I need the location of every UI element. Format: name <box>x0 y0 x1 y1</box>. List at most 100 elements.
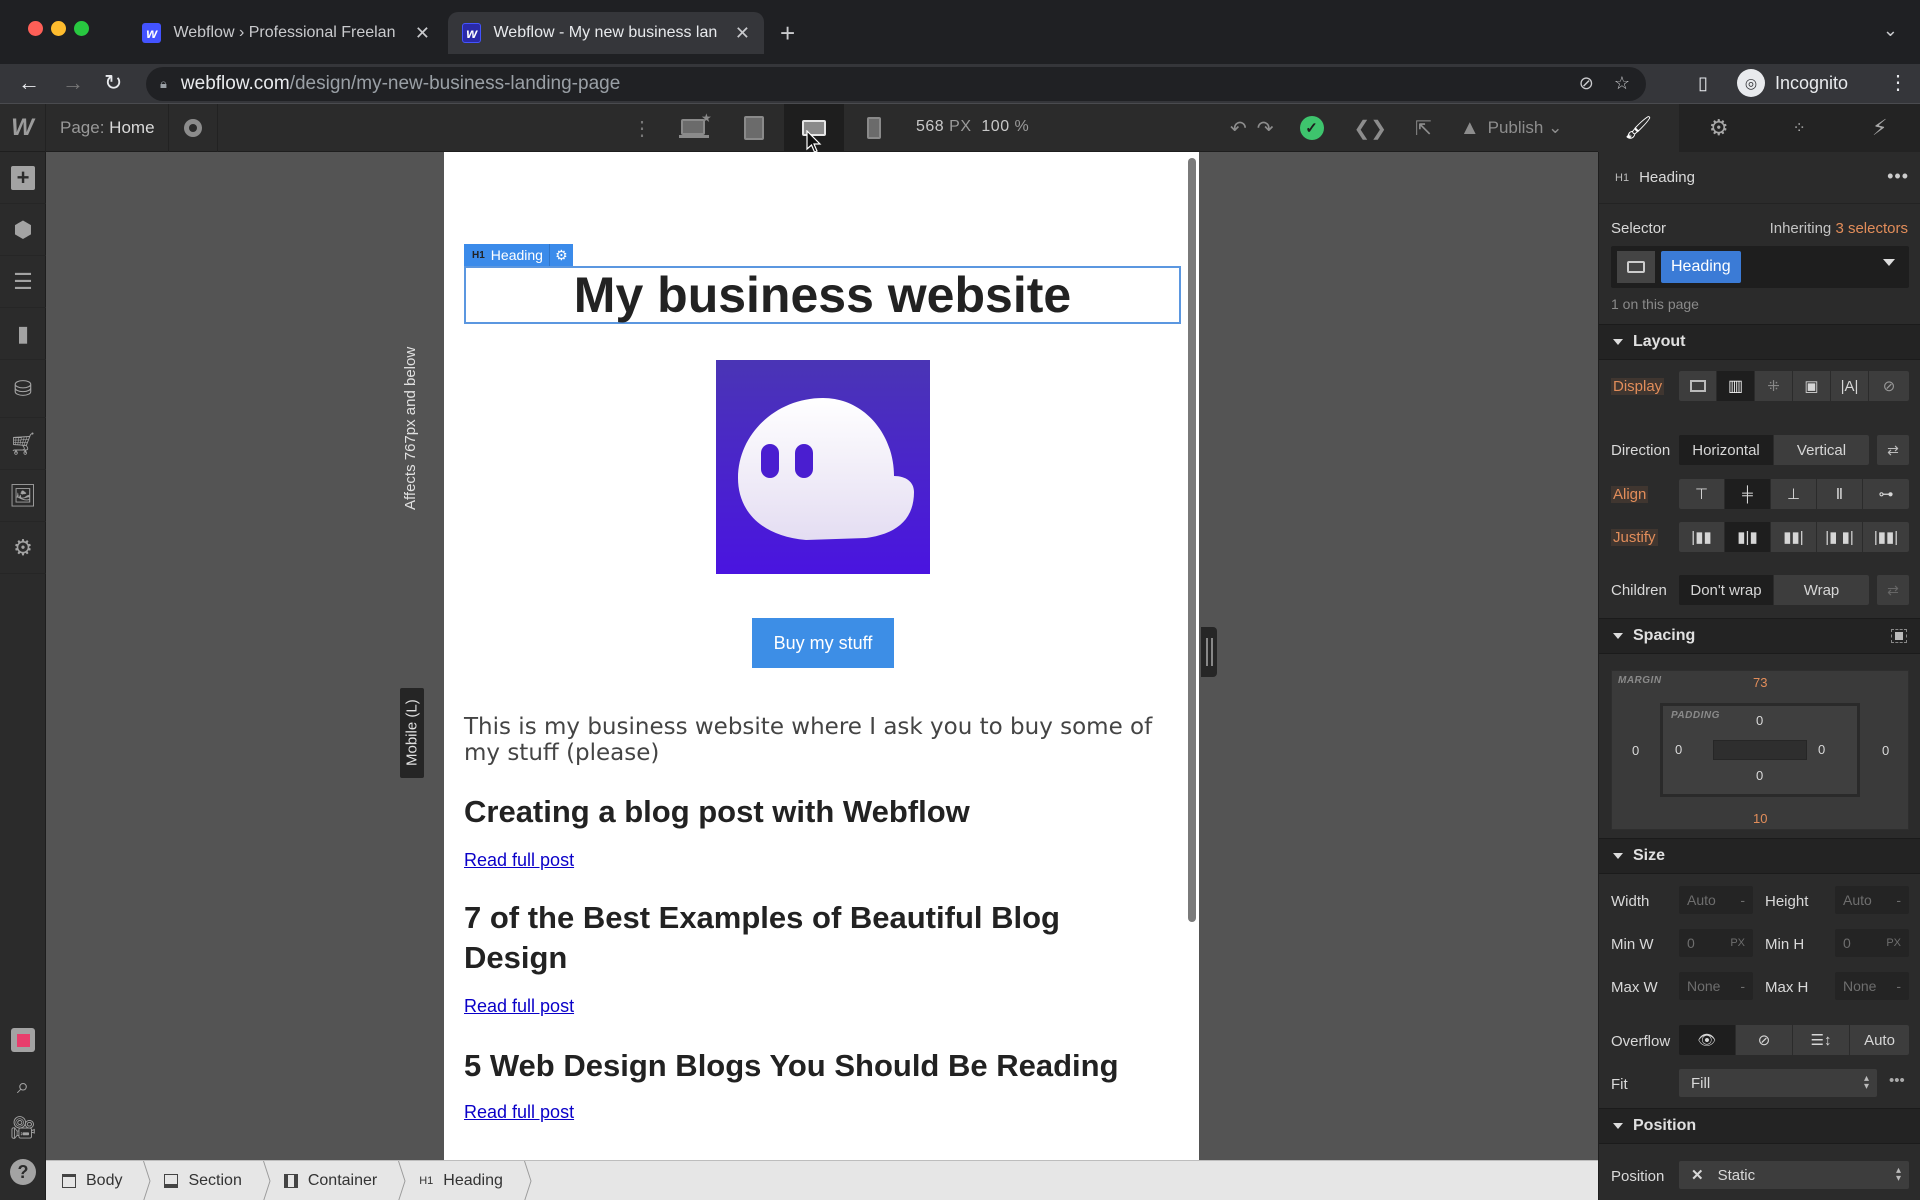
reverse-direction-icon[interactable]: ⇄ <box>1877 435 1909 465</box>
min-width-input[interactable]: 0 PX <box>1679 929 1753 957</box>
padding-left-value[interactable]: 0 <box>1675 742 1682 757</box>
breadcrumb-container[interactable]: Container <box>268 1161 403 1200</box>
align-stretch-icon[interactable]: Ⅱ <box>1817 479 1863 509</box>
dont-wrap-button[interactable]: Don't wrap <box>1679 575 1774 605</box>
settings-panel-tab[interactable]: ⚙ <box>1678 104 1759 152</box>
selector-state-icon[interactable] <box>1617 251 1655 283</box>
height-input[interactable]: Auto - <box>1835 886 1909 914</box>
position-select[interactable]: ✕ Static ▴ ▾ <box>1679 1161 1909 1189</box>
preview-button[interactable] <box>168 104 218 152</box>
forward-arrow-icon[interactable]: → <box>62 70 84 96</box>
style-manager-panel-tab[interactable]: ⁘ <box>1759 104 1840 152</box>
justify-center-icon[interactable]: ▮|▮ <box>1725 522 1771 552</box>
undo-icon[interactable]: ↶ <box>1220 116 1257 141</box>
more-breakpoints-kebab-icon[interactable]: ⋮ <box>632 116 652 141</box>
margin-bottom-value[interactable]: 10 <box>1753 811 1767 826</box>
selected-element-label[interactable]: H1 Heading ⚙ <box>464 244 573 266</box>
justify-start-icon[interactable]: |▮▮ <box>1679 522 1725 552</box>
help-button[interactable]: ? <box>0 1146 46 1198</box>
breakpoint-desktop-base-button[interactable]: ★ <box>664 104 724 152</box>
interactions-panel-tab[interactable]: ⚡︎ <box>1839 104 1920 152</box>
page-heading[interactable]: My business website <box>574 266 1071 324</box>
browser-tab[interactable]: w Webflow › Professional Freelan ✕ <box>128 12 444 54</box>
breakpoint-mobile-portrait-button[interactable] <box>844 104 904 152</box>
display-none-button[interactable]: ⊘ <box>1869 371 1909 401</box>
new-tab-button[interactable]: + <box>780 18 795 49</box>
justify-end-icon[interactable]: ▮▮| <box>1771 522 1817 552</box>
display-inline-block-button[interactable]: ▣ <box>1793 371 1831 401</box>
justify-space-between-icon[interactable]: |▮ ▮| <box>1817 522 1863 552</box>
tab-close-icon[interactable]: ✕ <box>735 23 750 44</box>
max-height-input[interactable]: None - <box>1835 972 1909 1000</box>
breadcrumb-heading[interactable]: H1 Heading <box>403 1161 529 1200</box>
margin-left-value[interactable]: 0 <box>1632 743 1639 758</box>
post-title[interactable]: 5 Web Design Blogs You Should Be Reading <box>464 1046 1184 1086</box>
window-close-button[interactable] <box>28 21 43 36</box>
display-grid-button[interactable]: ⁜ <box>1755 371 1793 401</box>
element-settings-gear-icon[interactable]: ⚙ <box>548 244 573 266</box>
buy-my-stuff-button[interactable]: Buy my stuff <box>752 618 894 668</box>
code-export-icon[interactable]: ❮❯ <box>1340 116 1402 141</box>
side-panel-icon[interactable]: ▯ <box>1698 73 1708 94</box>
position-section-header[interactable]: Position <box>1599 1108 1920 1144</box>
webflow-logo-icon[interactable]: W <box>0 104 46 152</box>
wrap-button[interactable]: Wrap <box>1774 575 1869 605</box>
spacing-mode-icon[interactable] <box>1891 629 1907 643</box>
justify-space-around-icon[interactable]: |▮▮| <box>1863 522 1909 552</box>
inheriting-info[interactable]: Inheriting 3 selectors <box>1770 220 1908 237</box>
overflow-auto-button[interactable]: Auto <box>1850 1025 1909 1055</box>
post-title[interactable]: Creating a blog post with Webflow <box>464 792 1184 832</box>
overflow-scroll-icon[interactable]: ☰↕ <box>1793 1025 1850 1055</box>
direction-vertical-button[interactable]: Vertical <box>1774 435 1869 465</box>
breakpoint-tablet-button[interactable] <box>724 104 784 152</box>
redo-icon[interactable]: ↷ <box>1257 116 1284 141</box>
style-panel-tab[interactable]: 🖌︎ <box>1598 104 1679 152</box>
size-section-header[interactable]: Size <box>1599 838 1920 874</box>
add-elements-button[interactable]: + <box>0 152 46 204</box>
pages-button[interactable]: ▮ <box>0 308 46 360</box>
layout-section-header[interactable]: Layout <box>1599 324 1920 360</box>
browser-tab-active[interactable]: w Webflow - My new business lan ✕ <box>448 12 764 54</box>
read-full-post-link[interactable]: Read full post <box>464 996 574 1017</box>
display-inline-button[interactable]: |A| <box>1831 371 1869 401</box>
display-flex-button[interactable]: ▥ <box>1717 371 1755 401</box>
breadcrumb-body[interactable]: Body <box>46 1161 148 1200</box>
spacing-section-header[interactable]: Spacing <box>1599 618 1920 654</box>
intro-paragraph[interactable]: This is my business website where I ask … <box>464 714 1184 766</box>
margin-top-value[interactable]: 73 <box>1753 675 1767 690</box>
canvas-resize-handle[interactable] <box>1201 627 1217 677</box>
post-title[interactable]: 7 of the Best Examples of Beautiful Blog… <box>464 898 1114 978</box>
direction-horizontal-button[interactable]: Horizontal <box>1679 435 1774 465</box>
max-width-input[interactable]: None - <box>1679 972 1753 1000</box>
share-icon[interactable]: ⇱ <box>1401 116 1446 141</box>
selector-dropdown-caret-icon[interactable] <box>1883 259 1895 266</box>
back-arrow-icon[interactable]: ← <box>18 70 40 96</box>
fit-select[interactable]: Fill ▴ ▾ <box>1679 1069 1877 1097</box>
selector-field[interactable]: Heading <box>1611 246 1909 288</box>
fit-more-options-icon[interactable]: ••• <box>1889 1072 1905 1089</box>
margin-right-value[interactable]: 0 <box>1882 743 1889 758</box>
assets-button[interactable]: 🖼︎ <box>0 470 46 522</box>
window-minimize-button[interactable] <box>51 21 66 36</box>
overflow-hidden-icon[interactable]: ⊘ <box>1736 1025 1793 1055</box>
selector-chip[interactable]: Heading <box>1661 251 1741 283</box>
tracking-protection-eye-off-icon[interactable]: ⊘ <box>1579 73 1594 94</box>
padding-right-value[interactable]: 0 <box>1818 742 1825 757</box>
window-maximize-button[interactable] <box>74 21 89 36</box>
read-full-post-link[interactable]: Read full post <box>464 850 574 871</box>
min-height-input[interactable]: 0 PX <box>1835 929 1909 957</box>
padding-bottom-value[interactable]: 0 <box>1756 768 1763 783</box>
project-settings-button[interactable]: ⚙ <box>0 522 46 574</box>
tab-close-icon[interactable]: ✕ <box>415 23 430 44</box>
more-options-icon[interactable]: ••• <box>1887 166 1909 187</box>
ghost-logo-image[interactable] <box>716 360 930 574</box>
display-block-button[interactable] <box>1679 371 1717 401</box>
cms-button[interactable]: ⛁ <box>0 360 46 418</box>
reload-icon[interactable]: ↻ <box>104 70 122 96</box>
ecommerce-button[interactable]: 🛒︎ <box>0 418 46 470</box>
address-bar[interactable]: 🔒︎ webflow.com/design/my-new-business-la… <box>146 67 1646 101</box>
browser-menu-kebab-icon[interactable]: ⋮ <box>1888 70 1908 95</box>
publish-button[interactable]: Publish ⌄ <box>1488 118 1563 138</box>
incognito-profile-button[interactable]: ◎ Incognito <box>1733 66 1861 100</box>
align-end-icon[interactable]: ⊥ <box>1771 479 1817 509</box>
